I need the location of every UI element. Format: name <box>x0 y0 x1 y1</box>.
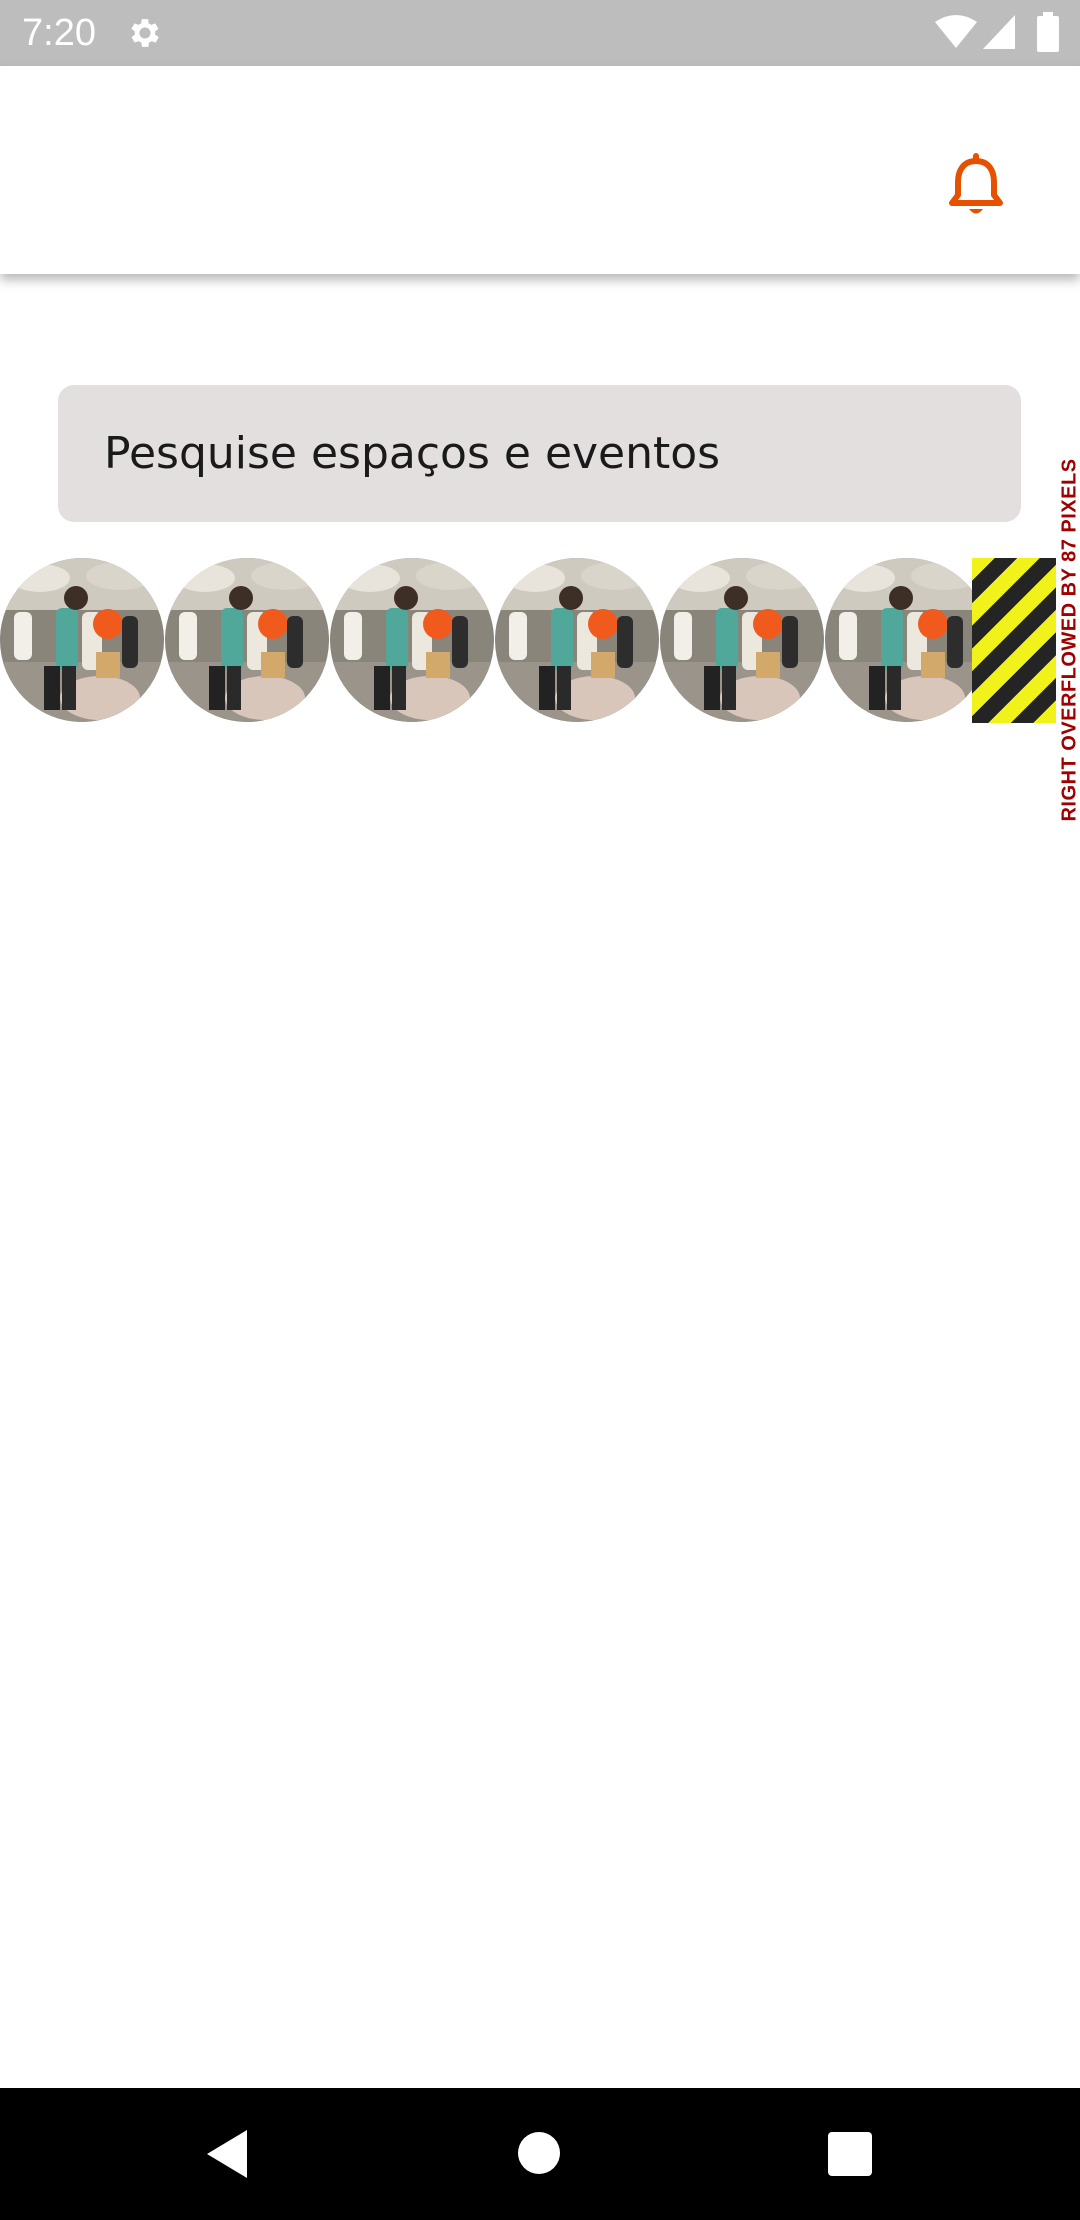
status-bar: 7:20 <box>0 0 1080 66</box>
overflow-warning-stripes <box>972 558 1056 723</box>
story-avatar[interactable] <box>165 558 329 722</box>
recents-icon[interactable] <box>828 2132 872 2176</box>
crowd-festival-photo <box>660 558 824 722</box>
story-avatar[interactable] <box>330 558 494 722</box>
crowd-festival-photo <box>330 558 494 722</box>
stories-row <box>0 558 1080 724</box>
bell-icon <box>949 153 1003 214</box>
back-icon[interactable] <box>205 2128 249 2180</box>
crowd-festival-photo <box>0 558 164 722</box>
story-avatar[interactable] <box>660 558 824 722</box>
story-avatar[interactable] <box>825 558 989 722</box>
navigation-bar <box>0 2088 1080 2220</box>
notifications-button[interactable] <box>940 146 1012 226</box>
story-avatar[interactable] <box>0 558 164 722</box>
signal-icon <box>982 14 1016 50</box>
search-input[interactable]: Pesquise espaços e eventos <box>58 385 1021 522</box>
overflow-warning-label: RIGHT OVERFLOWED BY 87 PIXELS <box>1058 458 1080 822</box>
story-avatar[interactable] <box>495 558 659 722</box>
crowd-festival-photo <box>495 558 659 722</box>
search-placeholder: Pesquise espaços e eventos <box>104 428 721 479</box>
crowd-festival-photo <box>165 558 329 722</box>
gear-icon <box>126 14 164 52</box>
battery-icon <box>1036 12 1060 52</box>
wifi-icon <box>934 14 978 50</box>
app-bar <box>0 66 1080 274</box>
status-time: 7:20 <box>22 12 96 54</box>
home-icon[interactable] <box>518 2132 560 2174</box>
crowd-festival-photo <box>825 558 989 722</box>
